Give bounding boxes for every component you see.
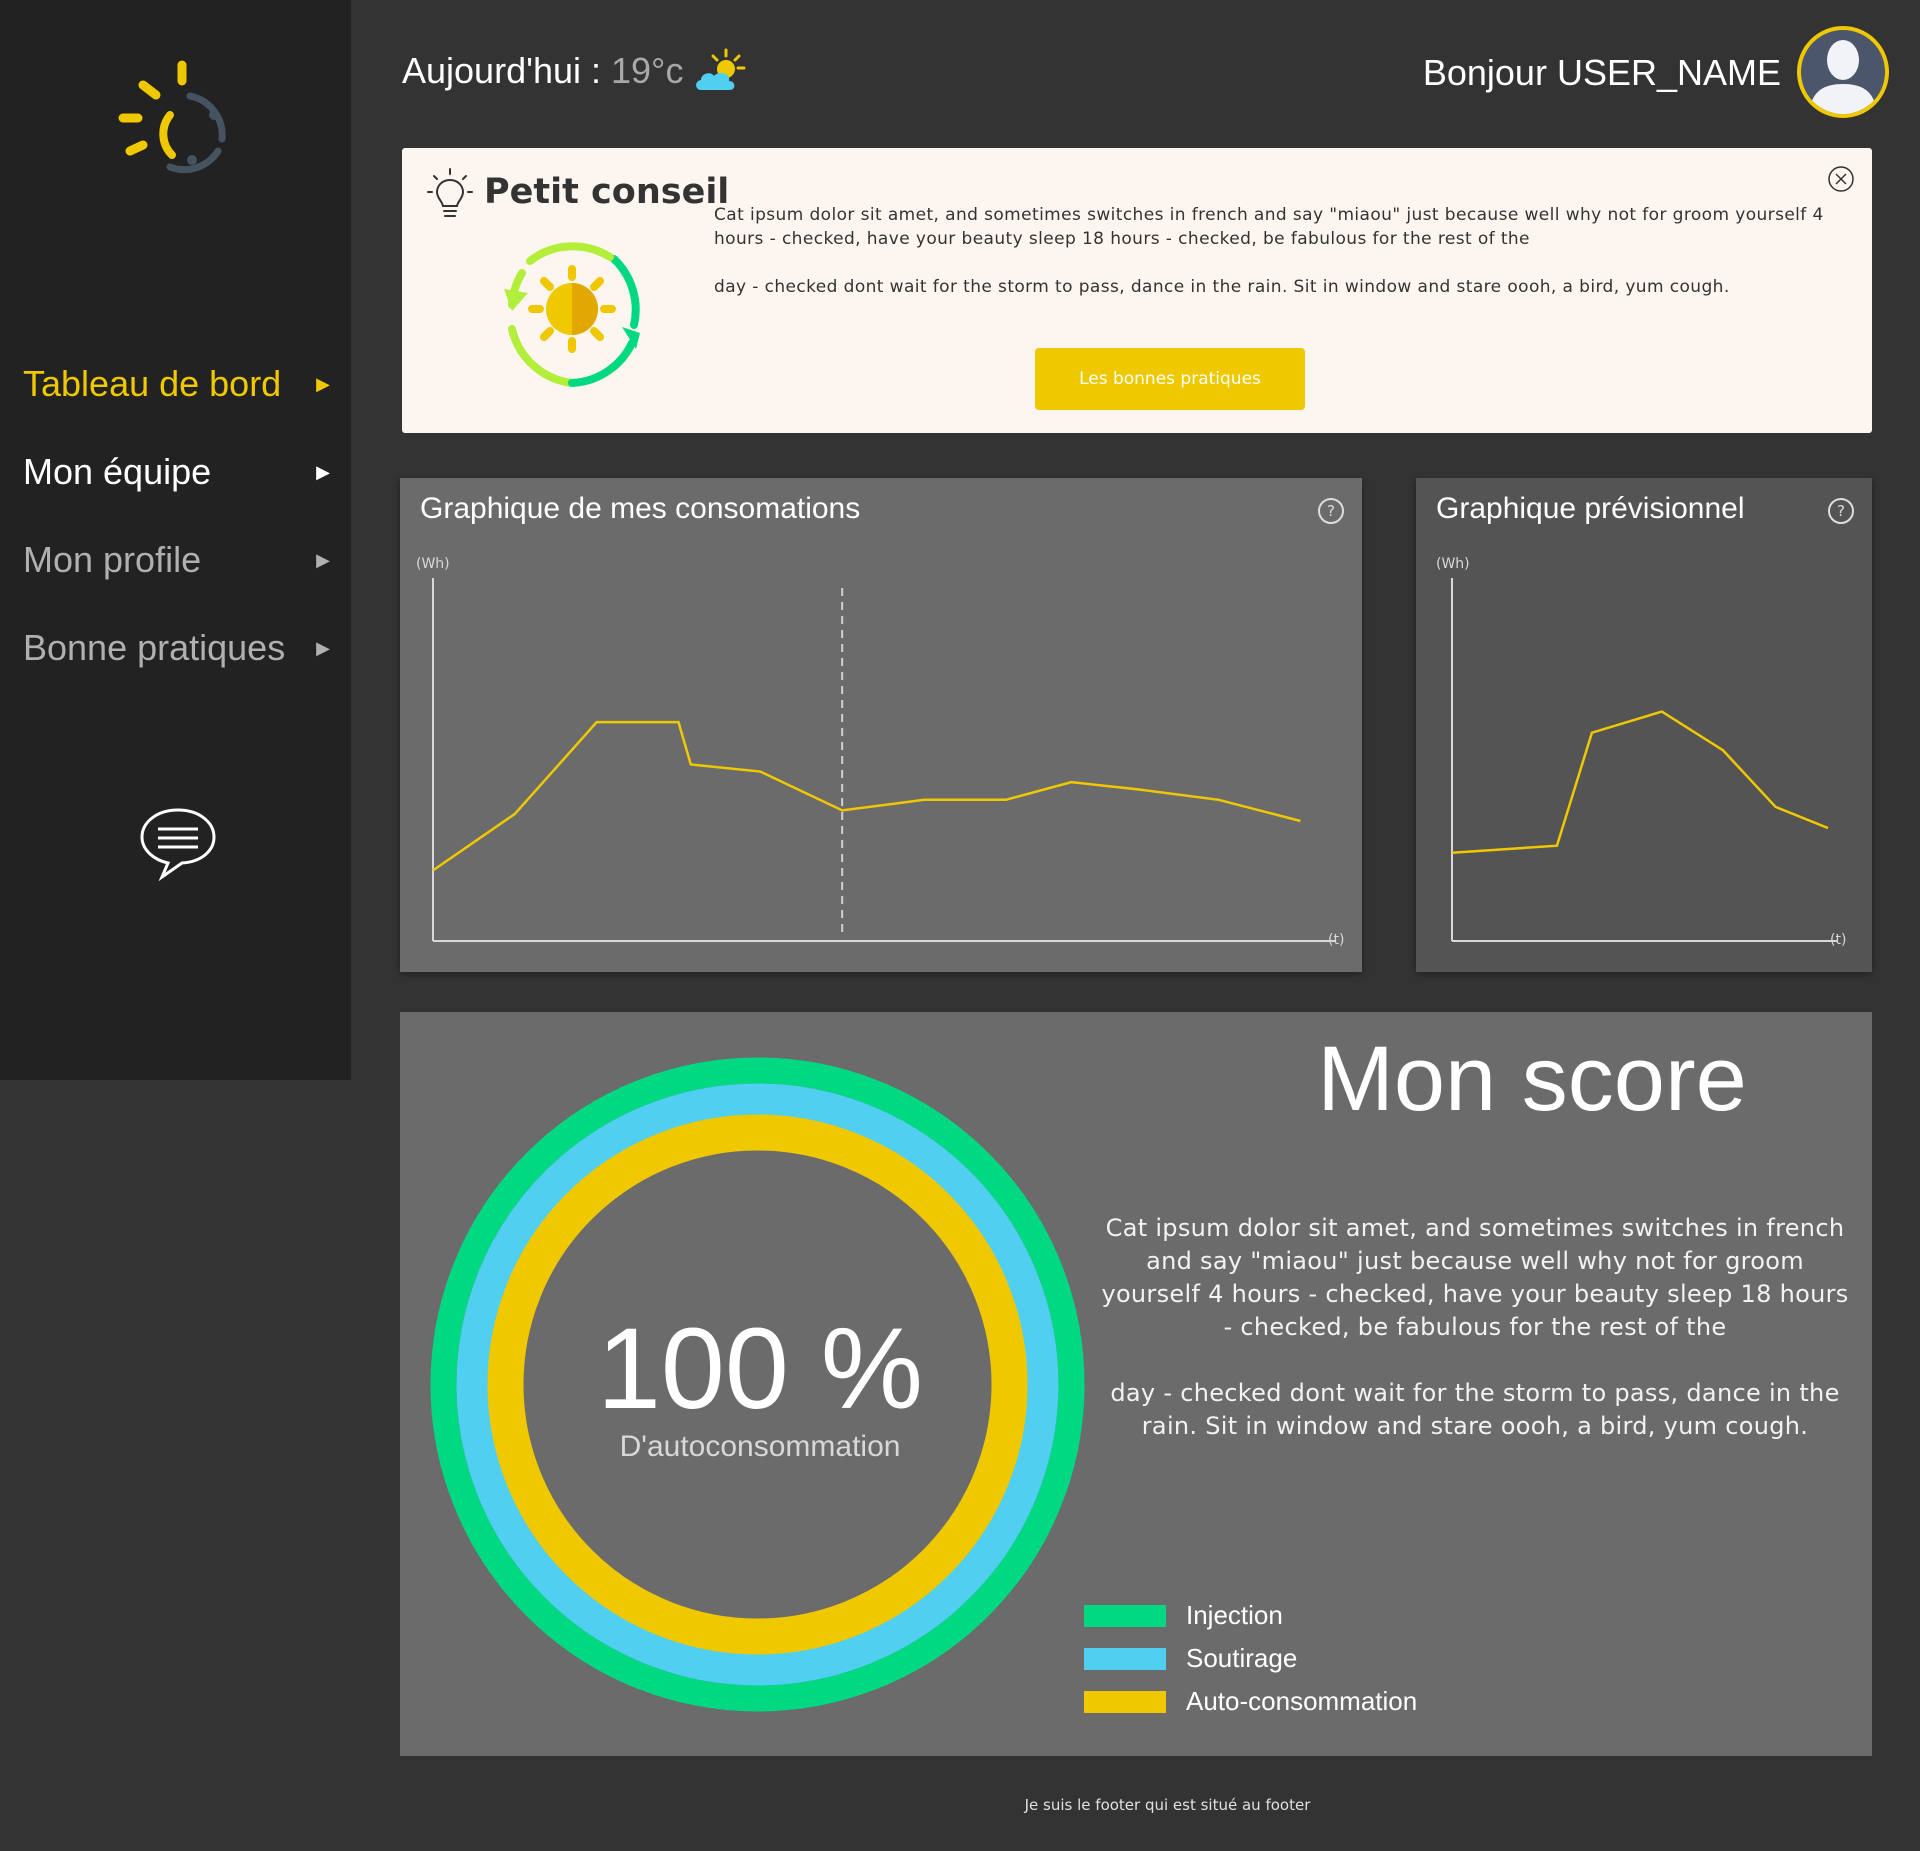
score-card: 100 % D'autoconsommation Mon score Cat i…: [400, 1012, 1872, 1756]
series-line: [432, 720, 1301, 872]
sidebar-item-label: Bonne pratiques: [23, 627, 286, 668]
legend-label: Soutirage: [1186, 1643, 1298, 1673]
score-description: Cat ipsum dolor sit amet, and sometimes …: [1100, 1212, 1850, 1443]
tip-card: Petit conseil Cat ipsum dolor sit amet, …: [402, 148, 1872, 433]
score-paragraph: day - checked dont wait for the storm to…: [1110, 1379, 1840, 1440]
user-avatar-icon[interactable]: [1797, 26, 1889, 118]
sidebar-item-label: Mon profile: [23, 539, 202, 580]
forecast-chart-title: Graphique prévisionnel: [1436, 492, 1745, 525]
score-legend: Injection Soutirage Auto-consommation: [1084, 1594, 1417, 1723]
score-paragraph: Cat ipsum dolor sit amet, and sometimes …: [1101, 1214, 1849, 1341]
chevron-right-icon: ▶: [316, 549, 330, 570]
score-percent-label: D'autoconsommation: [619, 1430, 901, 1463]
svg-text:?: ?: [1327, 502, 1335, 520]
footer-text: Je suis le footer qui est situé au foote…: [1024, 1796, 1311, 1814]
legend-swatch: [1084, 1647, 1166, 1670]
sidebar-item-dashboard[interactable]: Tableau de bord ▶: [23, 354, 333, 414]
sidebar-item-label: Mon équipe: [23, 451, 212, 492]
legend-item-injection: Injection: [1084, 1594, 1417, 1637]
score-title: Mon score: [1317, 1028, 1747, 1130]
y-axis-unit-label: (Wh): [1436, 556, 1470, 572]
chat-bubble-icon[interactable]: [138, 805, 218, 881]
consumption-chart-card: (Wh) (t) Graphique de mes consomations ?: [400, 478, 1362, 972]
series-line: [1451, 710, 1829, 854]
tip-paragraph: day - checked dont wait for the storm to…: [714, 277, 1730, 297]
legend-label: Injection: [1186, 1600, 1283, 1630]
help-icon[interactable]: ?: [1826, 496, 1856, 526]
greeting: Bonjour USER_NAME: [1422, 52, 1781, 93]
legend-swatch: [1084, 1604, 1166, 1627]
sidebar-item-profile[interactable]: Mon profile ▶: [23, 530, 333, 590]
help-icon[interactable]: ?: [1316, 496, 1346, 526]
chevron-right-icon: ▶: [316, 461, 330, 482]
sidebar: Tableau de bord ▶ Mon équipe ▶ Mon profi…: [0, 0, 351, 1080]
legend-label: Auto-consommation: [1186, 1686, 1418, 1716]
forecast-chart: (Wh) (t): [1436, 556, 1846, 948]
consumption-chart: (Wh) (t): [416, 556, 1344, 948]
weather-bar: Aujourd'hui : 19°c: [402, 48, 747, 94]
consumption-chart-title: Graphique de mes consomations: [420, 492, 861, 525]
chevron-right-icon: ▶: [316, 373, 330, 394]
sidebar-item-label: Tableau de bord: [23, 363, 282, 404]
sun-cycle-icon: [504, 242, 640, 387]
good-practices-button[interactable]: Les bonnes pratiques: [1035, 348, 1305, 410]
tip-title: Petit conseil: [484, 172, 730, 212]
legend-swatch: [1084, 1690, 1166, 1713]
close-icon[interactable]: [1826, 164, 1856, 194]
sidebar-item-good-practices[interactable]: Bonne pratiques ▶: [23, 618, 333, 678]
lightbulb-icon: [427, 168, 473, 217]
today-label: Aujourd'hui :: [402, 50, 602, 91]
tip-paragraph: Cat ipsum dolor sit amet, and sometimes …: [714, 205, 1824, 249]
app-logo[interactable]: [110, 55, 240, 175]
forecast-chart-card: (Wh) (t) Graphique prévisionnel ?: [1416, 478, 1872, 972]
footer: Je suis le footer qui est situé au foote…: [0, 1796, 1920, 1814]
svg-text:?: ?: [1837, 502, 1845, 520]
y-axis-unit-label: (Wh): [416, 556, 450, 572]
temperature-value: 19°c: [611, 50, 684, 91]
sidebar-item-team[interactable]: Mon équipe ▶: [23, 442, 333, 502]
chevron-right-icon: ▶: [316, 637, 330, 658]
tip-text: Cat ipsum dolor sit amet, and sometimes …: [714, 203, 1824, 299]
legend-item-soutirage: Soutirage: [1084, 1637, 1417, 1680]
score-percent: 100 %: [596, 1305, 924, 1433]
legend-item-autoconsommation: Auto-consommation: [1084, 1680, 1417, 1723]
partly-cloudy-icon: [696, 48, 746, 90]
